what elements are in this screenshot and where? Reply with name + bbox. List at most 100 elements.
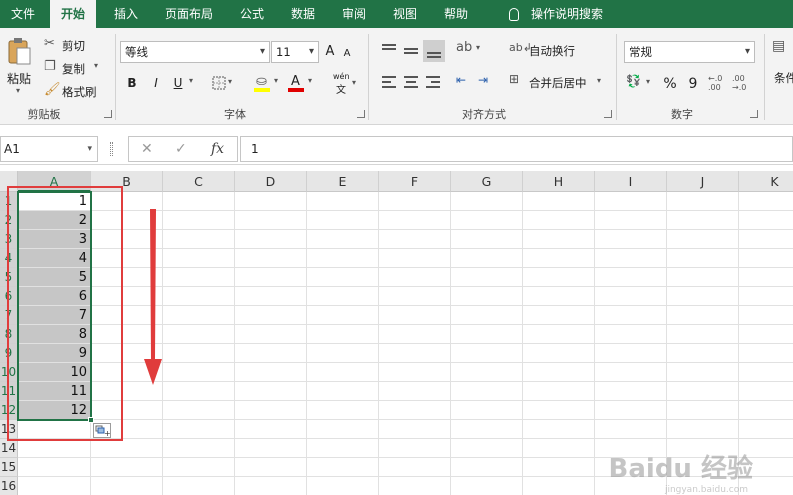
font-group-label: 字体 [224,108,246,121]
gridline [18,248,793,249]
wrap-text-button[interactable]: ab↲ 自动换行 [509,41,589,61]
column-header-i[interactable]: I [595,171,667,192]
row-header-14[interactable]: 14 [0,439,18,458]
accounting-format-button[interactable]: 💱 ▾ [626,74,656,94]
shrink-font-button[interactable]: A [340,43,354,65]
font-size-value: 11 [276,45,291,59]
gridline [18,400,793,401]
group-divider [115,34,116,120]
conditional-formatting-label: 条件 [774,71,793,85]
gridline [18,229,793,230]
paintbrush-icon: 🖌 [44,82,61,97]
alignment-group-label: 对齐方式 [462,108,506,121]
align-bottom-button[interactable] [423,40,445,62]
comma-style-button[interactable]: 9 [686,73,700,95]
line-icon [431,81,440,83]
merge-center-button[interactable]: ⊞ 合并后居中 ▾ [509,72,609,92]
grip-icon[interactable] [110,142,113,156]
column-header-f[interactable]: F [379,171,451,192]
italic-button[interactable]: I [148,72,164,94]
align-right-button[interactable] [424,73,442,91]
insert-function-button[interactable]: fx [211,141,224,157]
underline-button[interactable]: U [170,72,186,94]
column-header-e[interactable]: E [307,171,379,192]
grow-font-button[interactable]: A [322,41,338,63]
annotation-highlight-box [7,186,123,441]
wrap-text-label: 自动换行 [529,44,575,58]
tab-file[interactable]: 文件 [0,0,46,28]
cancel-icon[interactable]: ✕ [141,141,153,157]
decrease-indent-button[interactable]: ⇤ [456,73,476,91]
row-header-15[interactable]: 15 [0,458,18,477]
group-divider [764,34,765,120]
alignment-launcher-icon[interactable] [604,110,612,118]
chevron-down-icon: ▾ [476,43,481,52]
font-launcher-icon[interactable] [357,110,365,118]
copy-button[interactable]: ❐ 复制 ▾ [44,59,104,77]
chevron-down-icon: ▾ [259,46,265,57]
paste-dropdown-icon: ▾ [16,86,21,95]
tell-me-search[interactable]: 操作说明搜索 [498,0,614,28]
align-center-button[interactable] [402,73,420,91]
clipboard-launcher-icon[interactable] [104,110,112,118]
paste-label: 粘贴 [7,72,32,86]
enter-icon[interactable]: ✓ [175,141,187,157]
font-size-select[interactable]: 11 ▾ [271,41,319,63]
chevron-down-icon: ▾ [597,76,602,85]
fill-color-button[interactable]: ⛀ ▾ [254,74,282,94]
increase-decimal-icon: ←.0.00 [708,74,723,92]
clipboard-icon [8,38,31,65]
borders-button[interactable]: ▾ [212,76,236,92]
increase-indent-button[interactable]: ⇥ [478,73,498,91]
chevron-down-icon: ▾ [274,76,279,85]
conditional-formatting-button[interactable]: ▤ 条件 [770,38,793,98]
number-format-select[interactable]: 常规 ▾ [624,41,755,63]
number-group-label: 数字 [671,108,693,121]
column-header-d[interactable]: D [235,171,307,192]
orientation-icon: ab [456,40,473,55]
tab-help[interactable]: 帮助 [433,0,479,28]
font-name-select[interactable]: 等线 ▾ [120,41,270,63]
tab-data[interactable]: 数据 [280,0,326,28]
align-left-button[interactable] [380,73,398,91]
bold-button[interactable]: B [124,72,140,94]
tab-view[interactable]: 视图 [382,0,428,28]
column-header-h[interactable]: H [523,171,595,192]
phonetic-button[interactable]: wén 文 ▾ [330,72,360,96]
tab-page-layout[interactable]: 页面布局 [154,0,224,28]
line-icon [404,76,418,78]
number-launcher-icon[interactable] [750,110,758,118]
column-header-j[interactable]: J [667,171,739,192]
down-arrow-annotation [142,209,164,388]
chevron-down-icon: ▾ [646,77,651,86]
line-icon [382,44,396,46]
copy-icon: ❐ [44,59,56,74]
underline-dropdown-icon[interactable]: ▾ [189,76,193,85]
formula-input[interactable]: 1 [240,136,793,162]
font-color-button[interactable]: A ▾ [288,74,316,94]
column-header-g[interactable]: G [451,171,523,192]
gridline [18,419,793,420]
align-top-button[interactable] [380,42,398,60]
gridline [18,324,793,325]
row-header-16[interactable]: 16 [0,477,18,495]
conditional-format-icon: ▤ [772,38,786,54]
tab-formulas[interactable]: 公式 [229,0,275,28]
align-middle-button[interactable] [402,42,420,60]
tab-home[interactable]: 开始 [50,0,97,28]
column-header-k[interactable]: K [739,171,793,192]
name-box[interactable]: A1 ▾ [0,136,98,162]
paste-button[interactable]: 粘贴 ▾ [4,36,36,98]
percent-button[interactable]: % [662,73,678,95]
orientation-button[interactable]: ab ▾ [456,40,484,60]
paint-bucket-icon: ⛀ [256,74,267,89]
group-divider [368,34,369,120]
tab-insert[interactable]: 插入 [103,0,149,28]
format-painter-button[interactable]: 🖌 格式刷 [44,82,106,100]
cut-button[interactable]: ✂ 剪切 [44,36,94,54]
decrease-decimal-button[interactable]: .00 →.0 [732,74,752,92]
column-header-c[interactable]: C [163,171,235,192]
increase-decimal-button[interactable]: ←.0.00 [708,74,728,92]
spreadsheet-grid[interactable]: A B C D E F G H I J K 1 2 3 4 5 6 7 8 9 10 11 12 13 14 15 16 1 2 3 4 5 6… [0,171,793,495]
tab-review[interactable]: 审阅 [331,0,377,28]
